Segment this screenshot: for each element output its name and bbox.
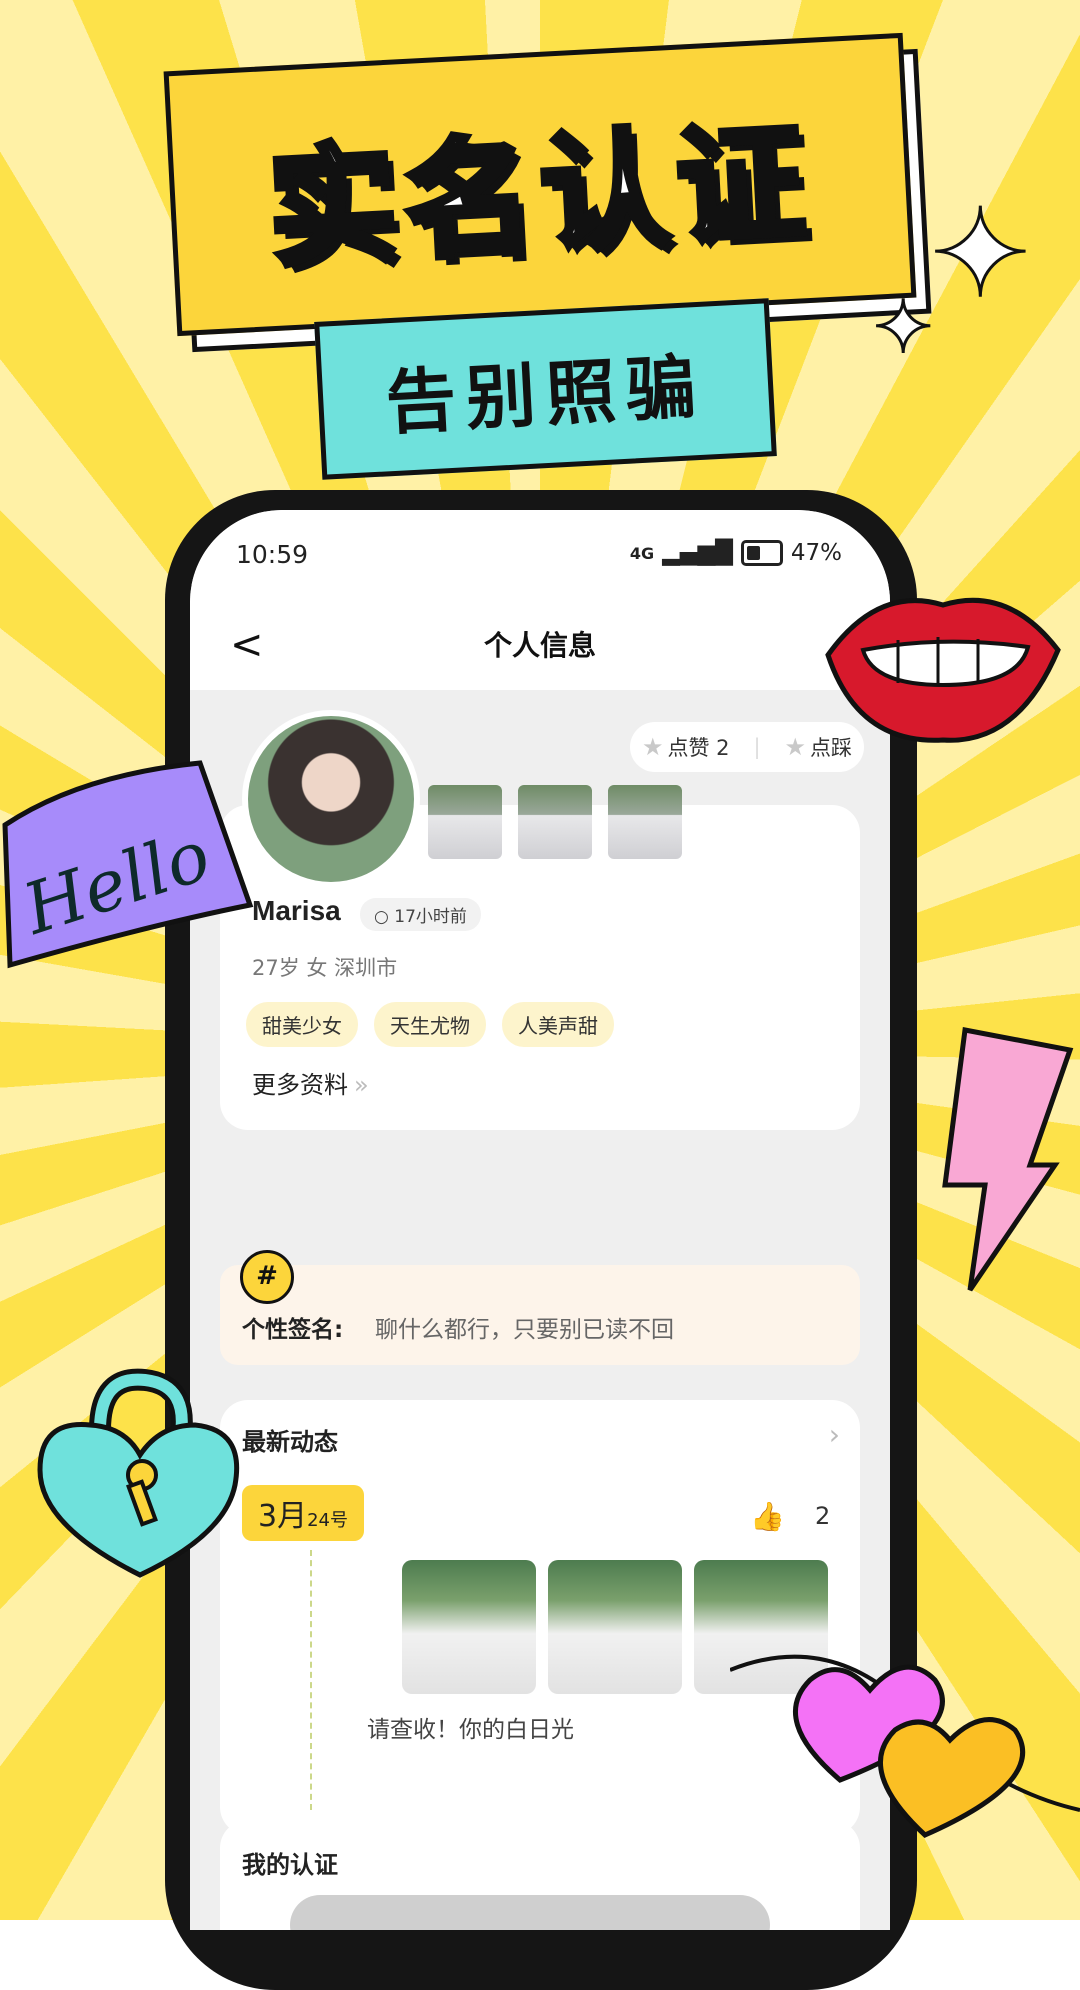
page-title: 个人信息 xyxy=(483,629,596,662)
star-icon: ★ xyxy=(641,733,664,761)
status-bar: 10:59 4G ▂▄▆█ 47% xyxy=(190,510,890,600)
signature-text: 聊什么都行，只要别已读不回 xyxy=(375,1317,674,1343)
hearts-sticker-icon xyxy=(730,1654,1080,1838)
moment-like-count: 2 xyxy=(815,1502,831,1530)
thumbs-up-icon[interactable]: 👍 xyxy=(750,1500,785,1533)
star-icon: ★ xyxy=(784,733,806,761)
nav-bar: < 个人信息 ⋯ xyxy=(190,600,890,690)
lightning-sticker-icon xyxy=(942,1027,1074,1292)
moment-photo[interactable] xyxy=(402,1560,536,1694)
profile-photo-thumb[interactable] xyxy=(428,785,502,859)
profile-meta: 27岁 女 深圳市 xyxy=(252,956,398,980)
moment-photo[interactable] xyxy=(548,1560,682,1694)
moments-title: 最新动态 xyxy=(242,1428,338,1456)
hello-flag-sticker: Hello xyxy=(2,760,254,969)
battery-percent: 47% xyxy=(790,540,842,566)
profile-tag: 人美声甜 xyxy=(502,1002,614,1047)
sparkle-small-icon: ✦ xyxy=(871,284,934,371)
signal-icon: ▂▄▆█ xyxy=(662,540,733,566)
title-banner: 实名认证 xyxy=(163,32,917,337)
profile-photo-thumb[interactable] xyxy=(608,785,682,859)
network-icon: 4G xyxy=(629,543,655,563)
profile-photo-thumb[interactable] xyxy=(518,785,592,859)
certification-pill xyxy=(290,1895,770,1930)
status-time: 10:59 xyxy=(236,540,309,569)
status-indicators: 4G ▂▄▆█ 47% xyxy=(630,540,842,566)
date-badge: 3月24号 xyxy=(242,1485,364,1541)
profile-tag: 天生尤物 xyxy=(374,1002,486,1047)
subheadline-text: 告别照骗 xyxy=(383,345,708,444)
chevron-right-icon[interactable]: › xyxy=(829,1418,840,1451)
battery-icon xyxy=(740,540,783,566)
moment-caption: 请查收！你的白日光 xyxy=(367,1717,574,1743)
dot-icon: ○ xyxy=(374,907,395,927)
last-online-badge: ○ 17小时前 xyxy=(360,898,481,931)
certification-title: 我的认证 xyxy=(242,1851,338,1879)
subtitle-banner: 告别照骗 xyxy=(314,298,777,480)
double-chevron-icon: » xyxy=(354,1071,369,1099)
profile-tag: 甜美少女 xyxy=(246,1002,358,1047)
signature-label: 个性签名: xyxy=(242,1317,344,1343)
headline-text: 实名认证 xyxy=(262,105,819,288)
divider: | xyxy=(753,735,761,759)
heart-lock-sticker-icon xyxy=(37,1368,240,1578)
sparkle-icon: ✦ xyxy=(929,184,1033,326)
like-button[interactable]: ★ 点赞 2 xyxy=(642,732,730,762)
timeline-line xyxy=(310,1550,312,1810)
more-info-link[interactable]: 更多资料» xyxy=(252,1065,369,1100)
lips-sticker-icon xyxy=(825,597,1061,743)
hashtag-icon: # xyxy=(240,1250,294,1304)
